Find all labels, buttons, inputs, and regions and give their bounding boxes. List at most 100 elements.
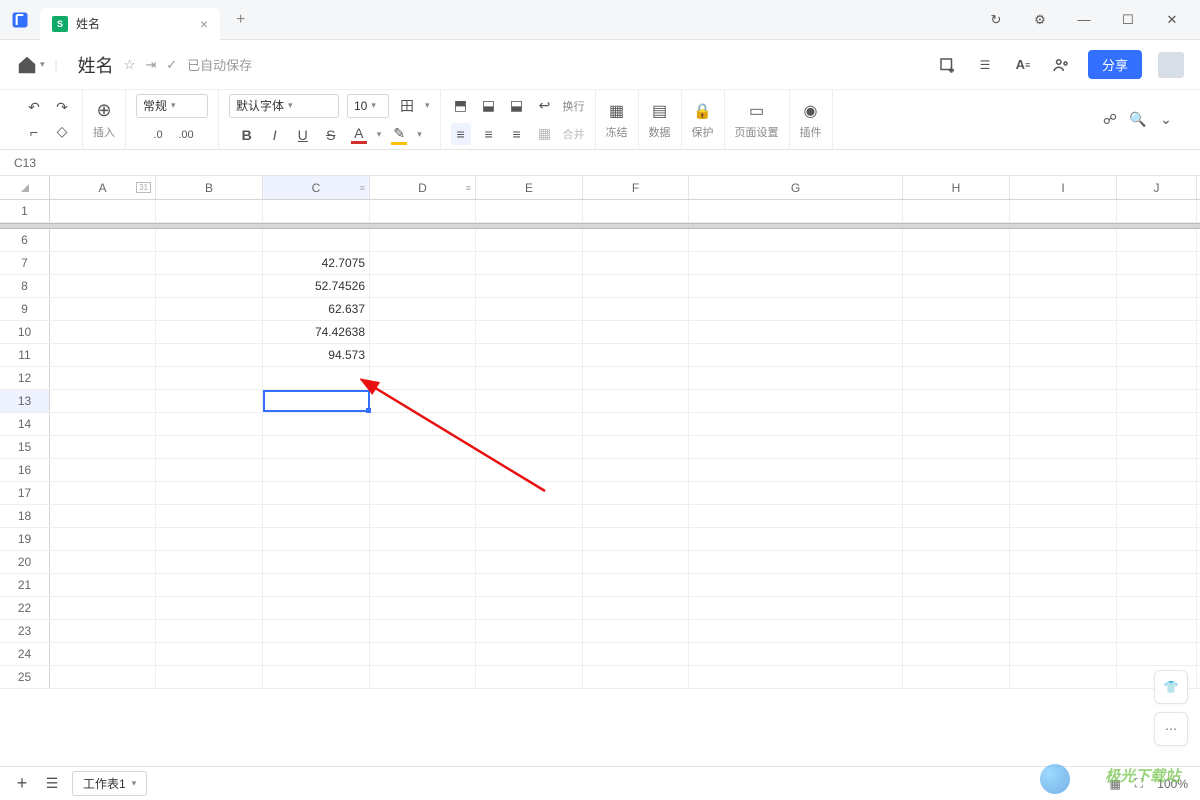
cell-G19[interactable] <box>689 528 903 550</box>
cell-J21[interactable] <box>1117 574 1197 596</box>
cell-I23[interactable] <box>1010 620 1117 642</box>
text-format-icon[interactable]: A≡ <box>1012 54 1034 76</box>
cell-H20[interactable] <box>903 551 1010 573</box>
cell-C14[interactable] <box>263 413 370 435</box>
cell-D13[interactable] <box>370 390 476 412</box>
cell-H24[interactable] <box>903 643 1010 665</box>
cell-G9[interactable] <box>689 298 903 320</box>
cell-G20[interactable] <box>689 551 903 573</box>
cell-H8[interactable] <box>903 275 1010 297</box>
sheet-dropdown-icon[interactable]: ▾ <box>132 778 137 789</box>
cell-H15[interactable] <box>903 436 1010 458</box>
cell-A14[interactable] <box>50 413 156 435</box>
cell-C7[interactable]: 42.7075 <box>263 252 370 274</box>
font-size-dropdown[interactable]: 10▾ <box>347 94 389 118</box>
cell-H9[interactable] <box>903 298 1010 320</box>
home-button[interactable]: ▾ <box>16 54 45 76</box>
cell-D15[interactable] <box>370 436 476 458</box>
zoom-level[interactable]: 100% <box>1157 777 1188 791</box>
sheet-list-button[interactable]: ☰ <box>42 773 62 795</box>
cell-H16[interactable] <box>903 459 1010 481</box>
cell-H21[interactable] <box>903 574 1010 596</box>
border-button[interactable]: 田 <box>397 95 417 117</box>
cell-B19[interactable] <box>156 528 263 550</box>
strikethrough-button[interactable]: S <box>321 124 341 146</box>
row-header-8[interactable]: 8 <box>0 275 50 297</box>
cell-D18[interactable] <box>370 505 476 527</box>
protect-icon[interactable]: 🔒 <box>693 100 713 122</box>
cell-G7[interactable] <box>689 252 903 274</box>
cell-B23[interactable] <box>156 620 263 642</box>
cell-G12[interactable] <box>689 367 903 389</box>
cell-A17[interactable] <box>50 482 156 504</box>
cell-E8[interactable] <box>476 275 583 297</box>
column-header-A[interactable]: A31 <box>50 176 156 199</box>
cell-J8[interactable] <box>1117 275 1197 297</box>
cell-A21[interactable] <box>50 574 156 596</box>
cell-B1[interactable] <box>156 200 263 222</box>
cell-I10[interactable] <box>1010 321 1117 343</box>
cell-F22[interactable] <box>583 597 689 619</box>
cell-E25[interactable] <box>476 666 583 688</box>
cell-F6[interactable] <box>583 229 689 251</box>
cell-C19[interactable] <box>263 528 370 550</box>
cell-A11[interactable] <box>50 344 156 366</box>
cell-H6[interactable] <box>903 229 1010 251</box>
cell-A18[interactable] <box>50 505 156 527</box>
column-header-I[interactable]: I <box>1010 176 1117 199</box>
close-window-button[interactable]: ✕ <box>1152 4 1192 36</box>
cell-F25[interactable] <box>583 666 689 688</box>
cell-H1[interactable] <box>903 200 1010 222</box>
cell-I20[interactable] <box>1010 551 1117 573</box>
cell-E15[interactable] <box>476 436 583 458</box>
column-header-B[interactable]: B <box>156 176 263 199</box>
cell-G23[interactable] <box>689 620 903 642</box>
row-header-14[interactable]: 14 <box>0 413 50 435</box>
cell-I25[interactable] <box>1010 666 1117 688</box>
cell-J6[interactable] <box>1117 229 1197 251</box>
cell-C15[interactable] <box>263 436 370 458</box>
row-header-7[interactable]: 7 <box>0 252 50 274</box>
cell-F16[interactable] <box>583 459 689 481</box>
cell-J24[interactable] <box>1117 643 1197 665</box>
cell-C17[interactable] <box>263 482 370 504</box>
cell-F13[interactable] <box>583 390 689 412</box>
column-header-H[interactable]: H <box>903 176 1010 199</box>
cell-D7[interactable] <box>370 252 476 274</box>
cell-B17[interactable] <box>156 482 263 504</box>
fullscreen-icon[interactable]: ⛶ <box>1135 776 1143 791</box>
cell-E6[interactable] <box>476 229 583 251</box>
cell-G15[interactable] <box>689 436 903 458</box>
cell-C8[interactable]: 52.74526 <box>263 275 370 297</box>
cell-C12[interactable] <box>263 367 370 389</box>
cell-C10[interactable]: 74.42638 <box>263 321 370 343</box>
cell-A10[interactable] <box>50 321 156 343</box>
cell-E23[interactable] <box>476 620 583 642</box>
cell-B12[interactable] <box>156 367 263 389</box>
edit-icon[interactable]: + <box>936 54 958 76</box>
align-left-button[interactable]: ≡ <box>451 123 471 145</box>
valign-bottom-button[interactable]: ⬓ <box>507 95 527 117</box>
cell-H17[interactable] <box>903 482 1010 504</box>
cell-I17[interactable] <box>1010 482 1117 504</box>
cell-F17[interactable] <box>583 482 689 504</box>
cell-A9[interactable] <box>50 298 156 320</box>
cell-G25[interactable] <box>689 666 903 688</box>
cell-B22[interactable] <box>156 597 263 619</box>
cell-E24[interactable] <box>476 643 583 665</box>
cell-E13[interactable] <box>476 390 583 412</box>
fill-color-button[interactable]: ✎ <box>389 124 409 146</box>
underline-button[interactable]: U <box>293 124 313 146</box>
app-logo[interactable] <box>0 0 40 40</box>
cell-E12[interactable] <box>476 367 583 389</box>
cell-F23[interactable] <box>583 620 689 642</box>
cell-G14[interactable] <box>689 413 903 435</box>
cell-E17[interactable] <box>476 482 583 504</box>
cell-A6[interactable] <box>50 229 156 251</box>
cell-E1[interactable] <box>476 200 583 222</box>
font-color-button[interactable]: A <box>349 124 369 146</box>
cell-A15[interactable] <box>50 436 156 458</box>
user-avatar[interactable] <box>1158 52 1184 78</box>
cell-A13[interactable] <box>50 390 156 412</box>
row-header-10[interactable]: 10 <box>0 321 50 343</box>
